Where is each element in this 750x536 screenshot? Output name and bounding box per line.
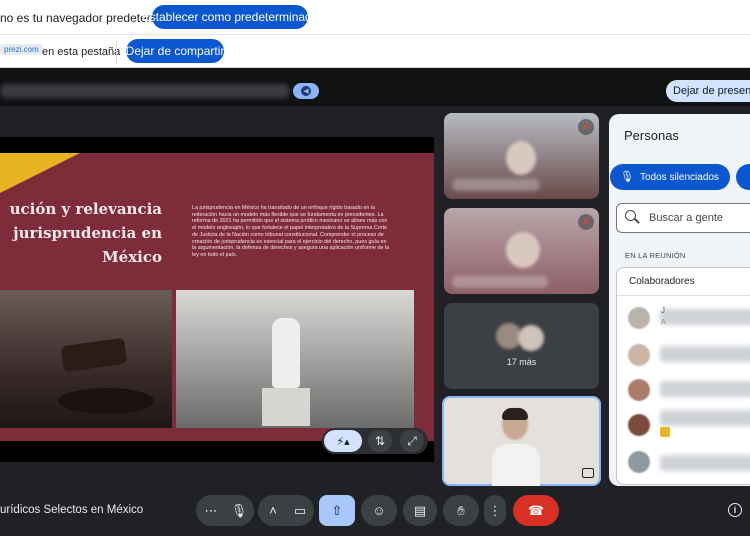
captions-button[interactable]: ▤ bbox=[403, 495, 437, 526]
blurred-meeting-url bbox=[0, 84, 290, 98]
slide-body-text: La jurisprudencia en México ha transitad… bbox=[192, 205, 390, 258]
reactions-button[interactable]: ☺ bbox=[361, 495, 397, 526]
speaker-icon: ◀ bbox=[301, 86, 311, 96]
arrows-icon: ⇅ bbox=[374, 434, 386, 448]
raised-hand-icon bbox=[660, 427, 670, 437]
gavel-base-image bbox=[58, 388, 154, 414]
participant-tile[interactable]: ✕ bbox=[444, 208, 599, 294]
participant-name-row[interactable] bbox=[660, 455, 750, 471]
person-body bbox=[492, 444, 540, 488]
slide-title-line-3: México bbox=[102, 248, 162, 266]
search-placeholder: Buscar a gente bbox=[649, 212, 723, 224]
present-icon: ⇧ bbox=[331, 502, 343, 518]
participant-name bbox=[452, 179, 540, 191]
more-participants-count: 17 más bbox=[506, 357, 537, 367]
mic-off-icon: ✕ bbox=[578, 214, 594, 230]
slide-title-line-2: jurisprudencia en bbox=[13, 224, 162, 242]
slide-title: ución y relevancia jurisprudencia en Méx… bbox=[0, 197, 162, 269]
statue-pedestal bbox=[262, 388, 310, 426]
stop-presenting-button[interactable]: Dejar de presentar bbox=[666, 80, 750, 102]
participant-name-row[interactable] bbox=[660, 381, 750, 397]
audio-share-toggle[interactable]: ◀ bbox=[293, 83, 319, 99]
microphone-icon: 🎙︎ bbox=[230, 502, 248, 518]
mic-off-icon: ✕ bbox=[578, 119, 594, 135]
more-participants-tile[interactable] bbox=[444, 303, 599, 389]
captions-icon: ▤ bbox=[413, 502, 427, 518]
stop-sharing-button[interactable]: Dejar de compartir bbox=[126, 39, 224, 63]
participant-name-row[interactable] bbox=[660, 410, 750, 426]
participant-name bbox=[452, 276, 548, 288]
raise-hand-button[interactable]: ✋︎ bbox=[443, 495, 479, 526]
camera-icon: ▭ bbox=[293, 502, 307, 518]
participant-avatar bbox=[628, 451, 650, 473]
more-vertical-icon: ⋮ bbox=[488, 502, 502, 518]
infobar-divider bbox=[116, 41, 117, 63]
pip-icon[interactable] bbox=[582, 468, 594, 478]
participant-avatar bbox=[628, 379, 650, 401]
phone-hangup-icon: ☎ bbox=[527, 502, 545, 518]
hand-icon: ✋︎ bbox=[457, 502, 465, 518]
participant-avatar bbox=[628, 344, 650, 366]
participant-name-row[interactable] bbox=[660, 346, 750, 362]
default-browser-infobar: no es tu navegador predeterminado Establ… bbox=[0, 0, 750, 35]
leave-call-button[interactable]: ☎ bbox=[513, 495, 559, 526]
in-meeting-label: EN LA REUNIÓN bbox=[625, 251, 686, 260]
meeting-name: urídicos Selectos en México bbox=[0, 504, 144, 516]
meeting-info-icon[interactable]: i bbox=[728, 503, 742, 517]
sharing-tab-text: en esta pestaña bbox=[42, 46, 121, 58]
participant-avatar bbox=[628, 307, 650, 329]
mic-off-icon: 🎙︎ bbox=[620, 171, 634, 183]
microphone-button[interactable]: 🎙︎ bbox=[224, 495, 254, 526]
present-screen-button[interactable]: ⇧ bbox=[319, 495, 355, 526]
group-divider bbox=[617, 295, 750, 296]
more-options-button[interactable]: ⋮ bbox=[484, 495, 506, 526]
expand-icon: ⤢ bbox=[407, 433, 417, 448]
participant-name-row[interactable] bbox=[660, 309, 750, 325]
audio-options-button[interactable]: ⋯ bbox=[196, 495, 226, 526]
shared-domain-chip: prezi.com bbox=[0, 44, 43, 55]
participant-avatar bbox=[628, 414, 650, 436]
participant-face bbox=[506, 141, 536, 175]
fullscreen-button[interactable]: ⤢ bbox=[400, 430, 424, 452]
lightning-icon: ⚡▴ bbox=[336, 435, 350, 448]
participant-initial: J bbox=[661, 306, 665, 315]
statue-figure bbox=[272, 318, 300, 388]
person-hair bbox=[502, 408, 528, 420]
participant-subinitial: A bbox=[661, 319, 666, 326]
slide-title-line-1: ución y relevancia bbox=[9, 200, 162, 218]
move-tool-button[interactable]: ⇅ bbox=[368, 430, 392, 452]
camera-options-button[interactable]: ˄ bbox=[258, 495, 288, 526]
participant-tile[interactable]: ✕ bbox=[444, 113, 599, 199]
people-panel-title: Personas bbox=[624, 128, 679, 143]
participant-avatar bbox=[518, 325, 544, 351]
self-view-person bbox=[490, 408, 540, 488]
sharing-infobar: prezi.com en esta pestaña Dejar de compa… bbox=[0, 35, 750, 68]
collaborators-label[interactable]: Colaboradores bbox=[629, 276, 695, 287]
more-horizontal-icon: ⋯ bbox=[204, 502, 218, 518]
participant-face bbox=[506, 232, 540, 268]
chevron-up-icon: ˄ bbox=[269, 503, 277, 518]
set-default-button[interactable]: Establecer como predeterminado bbox=[142, 5, 318, 29]
emoji-icon: ☺ bbox=[372, 503, 386, 518]
pointer-tool-button[interactable]: ⚡▴ bbox=[324, 430, 362, 452]
